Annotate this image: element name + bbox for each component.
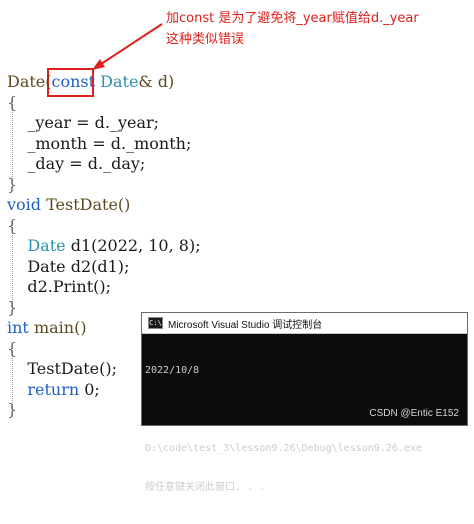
code-line: { — [7, 92, 18, 112]
code-line: _day = d._day; — [7, 154, 146, 173]
code-line: void TestDate() — [7, 195, 131, 214]
code-line: _month = d._month; — [7, 133, 192, 153]
annotation-note: 加const 是为了避免将_year赋值给d._year 这种类似错误 — [166, 8, 419, 50]
annotation-line-1: 加const 是为了避免将_year赋值给d._year — [166, 11, 419, 26]
console-output-line: 按任意键关闭此窗口. . . — [145, 482, 266, 493]
console-app-icon: C:\ — [148, 317, 163, 329]
watermark: CSDN @Entic E152 — [369, 408, 459, 419]
console-titlebar[interactable]: C:\ Microsoft Visual Studio 调试控制台 — [142, 313, 467, 334]
const-keyword: const — [51, 72, 96, 91]
code-line: } — [7, 174, 18, 194]
code-line: { — [7, 215, 18, 235]
code-line: Date(const Date& d) — [7, 72, 175, 91]
console-output-line: D:\code\test_3\lesson9.26\Debug\lesson9.… — [145, 443, 422, 454]
console-title: Microsoft Visual Studio 调试控制台 — [168, 319, 323, 331]
debug-console-window[interactable]: C:\ Microsoft Visual Studio 调试控制台 2022/1… — [141, 312, 468, 493]
console-output: 2022/10/8 D:\code\test_3\lesson9.26\Debu… — [142, 334, 467, 524]
code-line: Date d2(d1); — [7, 256, 130, 276]
code-line: _year = d._year; — [7, 113, 160, 132]
code-line: Date d1(2022, 10, 8); — [7, 236, 201, 255]
console-output-line: 2022/10/8 — [145, 365, 200, 376]
annotation-line-2: 这种类似错误 — [166, 32, 245, 47]
code-line: d2.Print(); — [7, 277, 111, 296]
